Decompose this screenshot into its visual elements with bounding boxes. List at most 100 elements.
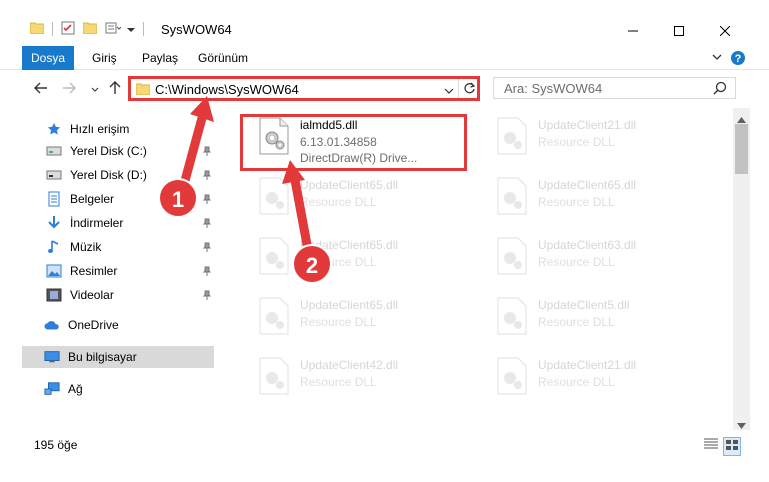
dll-file-icon [492, 176, 532, 216]
callout-badge-two: 2 [292, 244, 332, 284]
tab-share[interactable]: Paylaş [130, 46, 190, 70]
divider [52, 22, 53, 36]
back-button[interactable] [32, 80, 50, 98]
file-item[interactable]: UpdateClient21.dll Resource DLL [478, 108, 704, 164]
file-item[interactable]: UpdateClient65.dll Resource DLL [240, 288, 466, 344]
expand-ribbon-icon[interactable] [712, 50, 722, 64]
folder-icon [29, 22, 45, 37]
pin-icon[interactable] [202, 241, 212, 255]
file-item[interactable]: UpdateClient42.dll Resource DLL [240, 348, 466, 404]
new-folder-icon[interactable] [82, 22, 98, 37]
help-icon[interactable]: ? [730, 50, 746, 69]
up-button[interactable] [106, 80, 124, 98]
nav-item-network[interactable]: Ağ [22, 378, 214, 400]
tab-view[interactable]: Görünüm [186, 46, 260, 70]
file-item[interactable]: UpdateClient65.dll Resource DLL [478, 168, 704, 224]
tab-home[interactable]: Giriş [80, 46, 129, 70]
documents-icon [46, 191, 62, 207]
file-name: UpdateClient63.dll [538, 238, 637, 252]
computer-icon [44, 349, 60, 365]
svg-text:?: ? [735, 53, 742, 65]
pin-icon[interactable] [202, 145, 212, 159]
recent-locations-button[interactable] [86, 80, 104, 98]
dll-file-icon [254, 296, 294, 336]
nav-item-music[interactable]: Müzik [22, 236, 214, 258]
search-box[interactable]: Ara: SysWOW64 [493, 77, 736, 99]
properties-icon[interactable] [61, 21, 75, 38]
minimize-button[interactable] [610, 16, 656, 46]
ribbon-tabs: Dosya Giriş Paylaş Görünüm ? [0, 46, 769, 102]
address-path[interactable]: C:\Windows\SysWOW64 [155, 82, 299, 97]
pin-icon[interactable] [202, 265, 212, 279]
file-item[interactable]: UpdateClient5.dll Resource DLL [478, 288, 704, 344]
forward-button[interactable] [60, 80, 78, 98]
file-highlight-box [240, 114, 467, 171]
music-icon [46, 239, 62, 255]
nav-item-label: İndirmeler [70, 216, 124, 230]
nav-item-label: Müzik [70, 240, 102, 254]
pin-icon[interactable] [202, 289, 212, 303]
search-placeholder[interactable]: Ara: SysWOW64 [504, 81, 602, 96]
dll-file-icon [254, 356, 294, 396]
customize-icon[interactable] [105, 21, 122, 38]
maximize-icon [674, 26, 684, 36]
chevron-down-icon[interactable] [127, 22, 135, 36]
file-description: Resource DLL [300, 375, 377, 389]
folder-icon [135, 83, 151, 98]
maximize-button[interactable] [656, 16, 702, 46]
dll-file-icon [492, 296, 532, 336]
scroll-thumb[interactable] [735, 124, 748, 174]
title-bar: SysWOW64 [0, 0, 769, 46]
nav-item-label: OneDrive [68, 318, 119, 332]
file-description: Resource DLL [538, 195, 615, 209]
file-name: UpdateClient65.dll [300, 178, 399, 192]
pin-icon[interactable] [202, 169, 212, 183]
window-bottom [0, 460, 769, 482]
videos-icon [46, 287, 62, 303]
close-button[interactable] [702, 16, 748, 46]
nav-item-label: Yerel Disk (C:) [70, 144, 147, 158]
nav-item-quick-access[interactable]: Hızlı erişim [22, 118, 214, 140]
nav-item-label: Bu bilgisayar [68, 350, 137, 364]
nav-item-label: Videolar [70, 288, 114, 302]
arrow-up-icon [109, 80, 121, 98]
navigation-pane: Hızlı erişim Yerel Disk (C:) Yerel Disk … [0, 108, 220, 430]
status-bar: 195 öğe [0, 430, 769, 460]
dll-file-icon [254, 236, 294, 276]
nav-item-this-pc[interactable]: Bu bilgisayar [22, 346, 214, 368]
file-description: Resource DLL [538, 255, 615, 269]
dll-file-icon [492, 116, 532, 156]
file-item[interactable]: UpdateClient65.dll Resource DLL [240, 228, 466, 284]
refresh-icon[interactable] [463, 82, 476, 98]
cloud-icon [44, 317, 60, 333]
chevron-down-icon [91, 82, 99, 96]
nav-item-label: Yerel Disk (D:) [70, 168, 147, 182]
file-name: UpdateClient21.dll [538, 118, 637, 132]
pin-icon[interactable] [202, 217, 212, 231]
address-dropdown-icon[interactable] [444, 84, 454, 98]
nav-item-label: Ağ [68, 382, 83, 396]
vertical-scrollbar[interactable] [733, 108, 750, 430]
download-icon [46, 215, 62, 231]
search-icon[interactable] [713, 81, 727, 98]
file-item[interactable]: UpdateClient63.dll Resource DLL [478, 228, 704, 284]
file-name: UpdateClient21.dll [538, 358, 637, 372]
file-item[interactable]: UpdateClient21.dll Resource DLL [478, 348, 704, 404]
dll-file-icon [254, 176, 294, 216]
address-bar[interactable]: C:\Windows\SysWOW64 [128, 76, 480, 101]
file-name: UpdateClient42.dll [300, 358, 399, 372]
nav-item-pictures[interactable]: Resimler [22, 260, 214, 282]
file-item[interactable]: UpdateClient65.dll Resource DLL [240, 168, 466, 224]
nav-item-onedrive[interactable]: OneDrive [22, 314, 214, 336]
nav-item-local-disk-c[interactable]: Yerel Disk (C:) [22, 140, 214, 162]
divider [143, 22, 144, 36]
close-icon [720, 26, 730, 36]
dll-file-icon [492, 236, 532, 276]
pin-icon[interactable] [202, 193, 212, 207]
details-view-icon[interactable] [703, 437, 719, 456]
file-name: UpdateClient65.dll [538, 178, 637, 192]
nav-item-videos[interactable]: Videolar [22, 284, 214, 306]
tiles-view-icon[interactable] [723, 437, 741, 456]
nav-item-label: Hızlı erişim [70, 122, 130, 136]
nav-item-label: Belgeler [70, 192, 115, 206]
